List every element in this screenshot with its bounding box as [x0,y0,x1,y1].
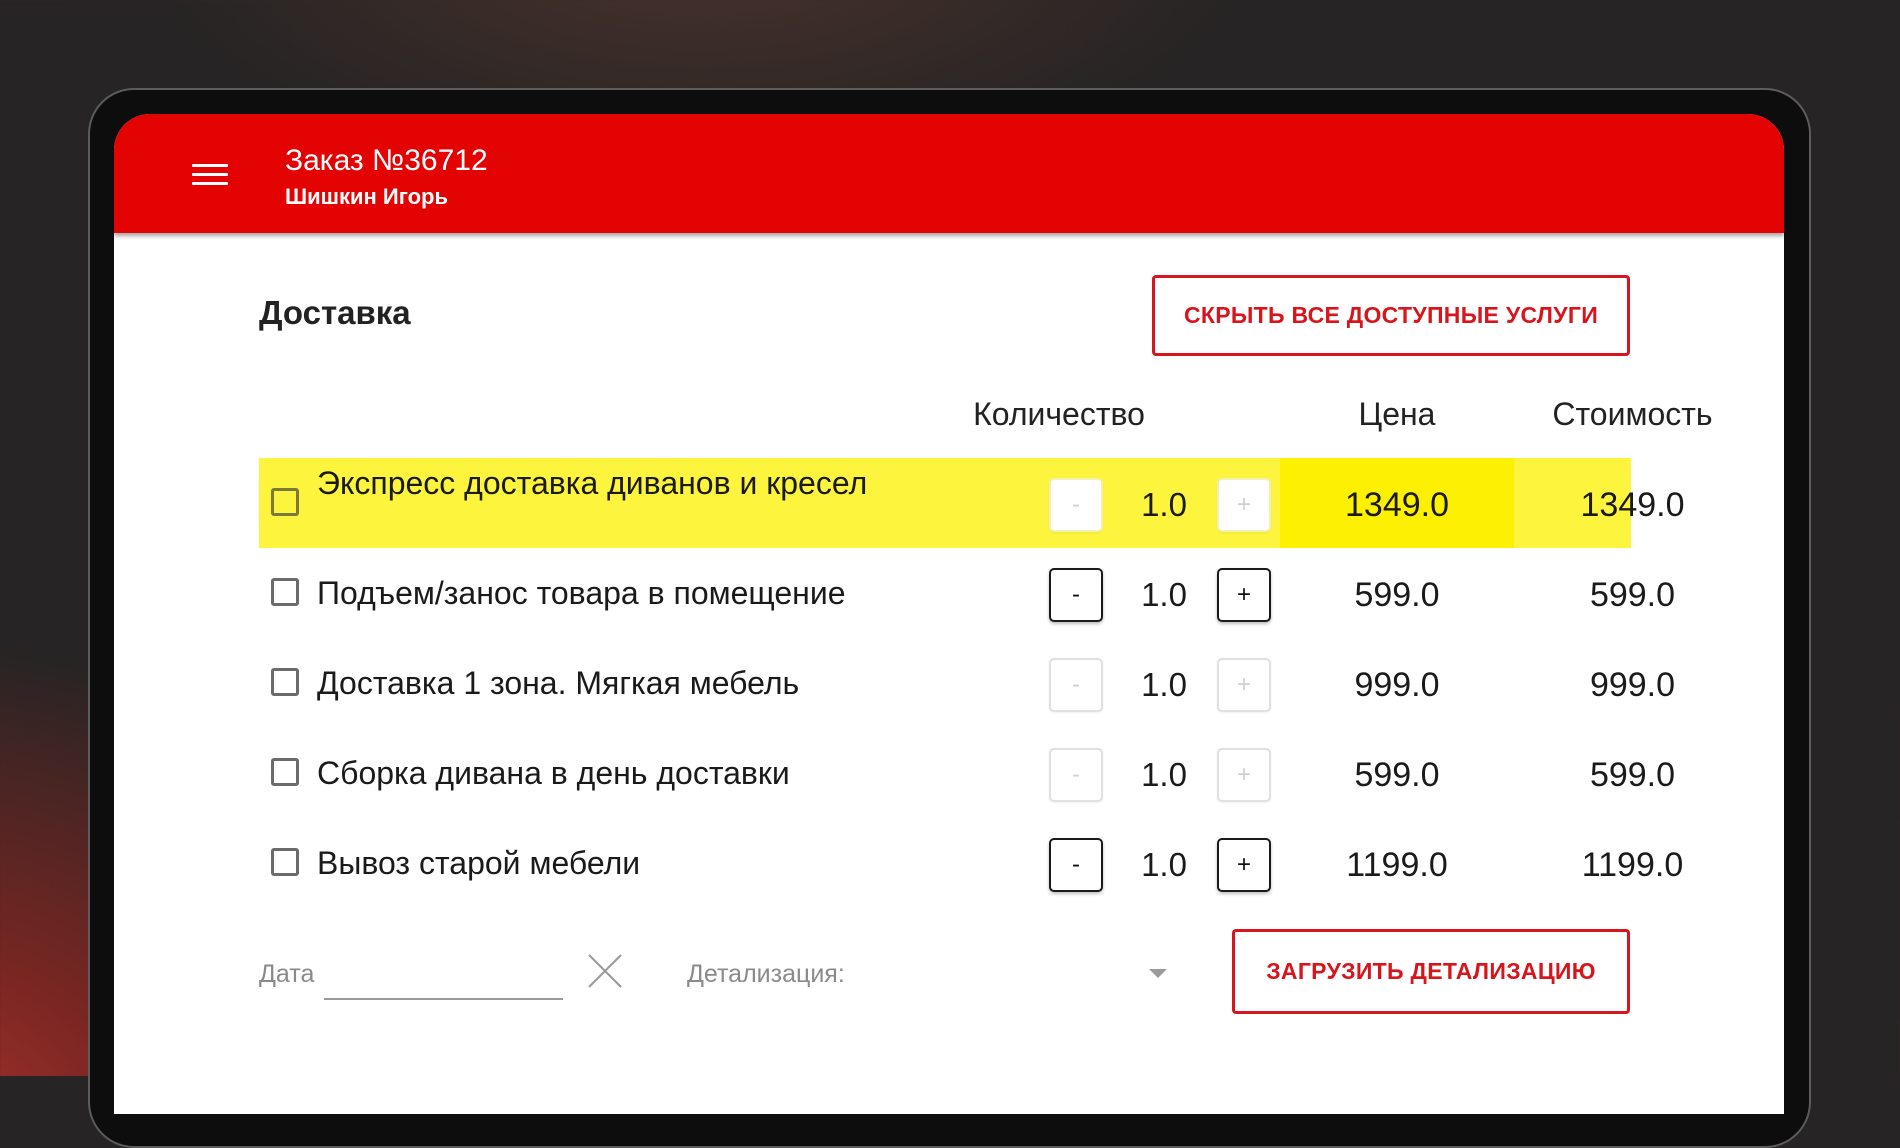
price-value: 599.0 [1354,756,1440,794]
app-bar: Заказ №36712 Шишкин Игорь [114,114,1784,233]
price-value: 599.0 [1354,576,1440,614]
menu-icon[interactable] [192,164,228,190]
service-row: Вывоз старой мебели - 1.0 + 1199.0 1199.… [259,818,1683,908]
decrease-quantity-button[interactable]: - [1049,568,1103,622]
quantity-value: 1.0 [1141,756,1187,793]
service-name: Подъем/занос товара в помещение [317,575,846,611]
service-row: Экспресс доставка диванов и кресел - 1.0… [259,458,1685,548]
column-header-cost: Стоимость [1552,396,1713,432]
detail-label: Детализация: [687,960,845,988]
checkbox-icon[interactable] [271,488,299,516]
checkbox-icon[interactable] [271,668,299,696]
dropdown-caret-icon[interactable] [1149,969,1167,978]
decrease-quantity-button[interactable]: - [1049,658,1103,712]
price-value: 1349.0 [1345,486,1449,524]
service-row: Сборка дивана в день доставки - 1.0 + 59… [259,728,1675,818]
column-header-price: Цена [1358,396,1436,432]
cost-value: 999.0 [1589,666,1676,704]
date-label: Дата [259,960,315,988]
section-title: Доставка [259,294,411,331]
cost-value: 599.0 [1589,576,1676,614]
increase-quantity-button[interactable]: + [1217,568,1271,622]
checkbox-icon[interactable] [271,848,299,876]
cost-value: 1349.0 [1580,486,1685,524]
increase-quantity-button[interactable]: + [1217,658,1271,712]
quantity-value: 1.0 [1141,846,1187,883]
price-value: 1199.0 [1346,846,1448,884]
service-name: Доставка 1 зона. Мягкая мебель [317,665,800,701]
increase-quantity-button[interactable]: + [1217,478,1271,532]
increase-quantity-button[interactable]: + [1217,748,1271,802]
hide-services-button[interactable]: СКРЫТЬ ВСЕ ДОСТУПНЫЕ УСЛУГИ [1152,275,1630,356]
decrease-quantity-button[interactable]: - [1049,748,1103,802]
service-name: Сборка дивана в день доставки [317,755,790,791]
close-icon[interactable] [586,952,624,990]
decrease-quantity-button[interactable]: - [1049,838,1103,892]
service-name: Вывоз старой мебели [317,845,641,881]
service-row: Доставка 1 зона. Мягкая мебель - 1.0 + 9… [259,638,1675,728]
app-screen: Заказ №36712 Шишкин Игорь Доставка СКРЫТ… [114,114,1784,1114]
order-title: Заказ №36712 [285,144,488,177]
load-details-button[interactable]: ЗАГРУЗИТЬ ДЕТАЛИЗАЦИЮ [1232,929,1630,1014]
decrease-quantity-button[interactable]: - [1049,478,1103,532]
cost-value: 1199.0 [1581,846,1684,884]
checkbox-icon[interactable] [271,758,299,786]
customer-name: Шишкин Игорь [285,184,448,209]
checkbox-icon[interactable] [271,578,299,606]
price-value: 999.0 [1354,666,1440,704]
service-name: Экспресс доставка диванов и кресел [317,465,868,501]
quantity-value: 1.0 [1141,486,1187,523]
cost-value: 599.0 [1589,756,1676,794]
service-row: Подъем/занос товара в помещение - 1.0 + … [259,548,1675,638]
increase-quantity-button[interactable]: + [1217,838,1271,892]
quantity-value: 1.0 [1141,576,1187,613]
quantity-value: 1.0 [1141,666,1187,703]
date-field[interactable] [324,944,563,1000]
column-header-quantity: Количество [973,396,1145,432]
